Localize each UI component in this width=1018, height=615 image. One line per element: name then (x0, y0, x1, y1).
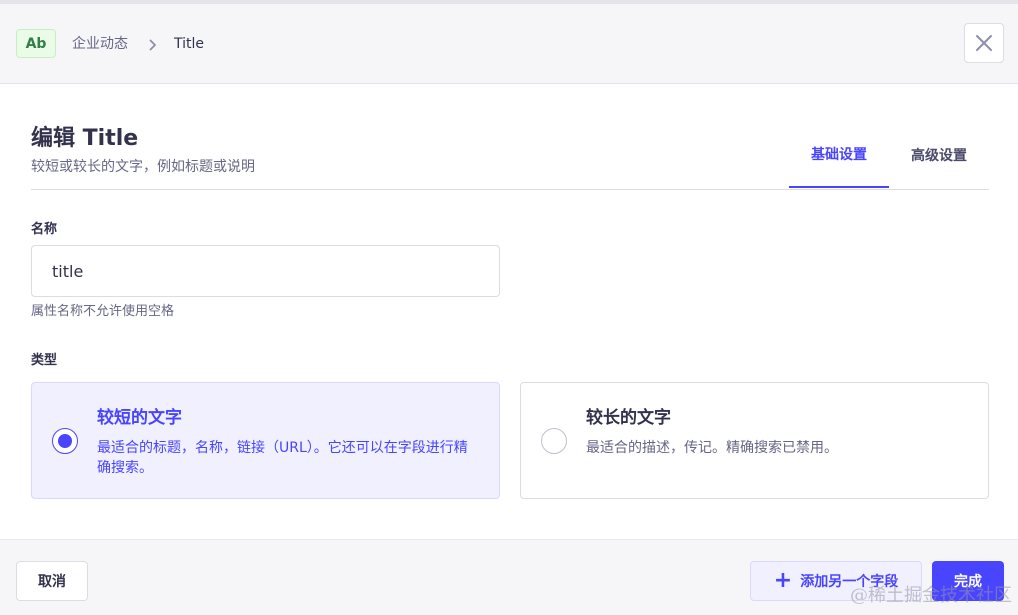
radio-unselected[interactable] (541, 428, 567, 454)
name-input[interactable] (31, 245, 500, 297)
breadcrumb-parent[interactable]: 企业动态 (72, 35, 128, 53)
option-description: 最适合的标题，名称，链接（URL）。它还可以在字段进行精确搜索。 (97, 440, 468, 476)
close-icon (976, 35, 992, 51)
page-subtitle: 较短或较长的文字，例如标题或说明 (31, 159, 255, 175)
option-title: 较长的文字 (586, 408, 671, 428)
page-title: 编辑 Title (31, 126, 139, 151)
tab-basic-settings[interactable]: 基础设置 (789, 130, 889, 188)
close-button[interactable] (964, 23, 1004, 63)
settings-tabs: 基础设置 高级设置 (789, 130, 989, 190)
tabs-divider (31, 189, 989, 190)
option-description: 最适合的描述，传记。精确搜索已禁用。 (586, 440, 838, 456)
watermark: @稀土掘金技术社区 (850, 585, 1012, 606)
field-type-badge: Ab (16, 29, 56, 58)
name-hint: 属性名称不允许使用空格 (31, 304, 175, 319)
radio-selected[interactable] (52, 428, 78, 454)
name-label: 名称 (31, 222, 58, 237)
type-option-short-text[interactable]: 较短的文字 最适合的标题，名称，链接（URL）。它还可以在字段进行精确搜索。 (31, 382, 500, 499)
plus-icon: + (773, 568, 793, 593)
tab-advanced-settings[interactable]: 高级设置 (889, 130, 989, 188)
type-option-long-text[interactable]: 较长的文字 最适合的描述，传记。精确搜索已禁用。 (520, 382, 989, 499)
modal-header: Ab 企业动态 Title (0, 4, 1018, 84)
option-title: 较短的文字 (97, 408, 182, 428)
type-label: 类型 (31, 353, 58, 368)
chevron-right-icon (149, 39, 156, 51)
breadcrumb-current: Title (174, 36, 205, 52)
cancel-button[interactable]: 取消 (16, 561, 88, 601)
